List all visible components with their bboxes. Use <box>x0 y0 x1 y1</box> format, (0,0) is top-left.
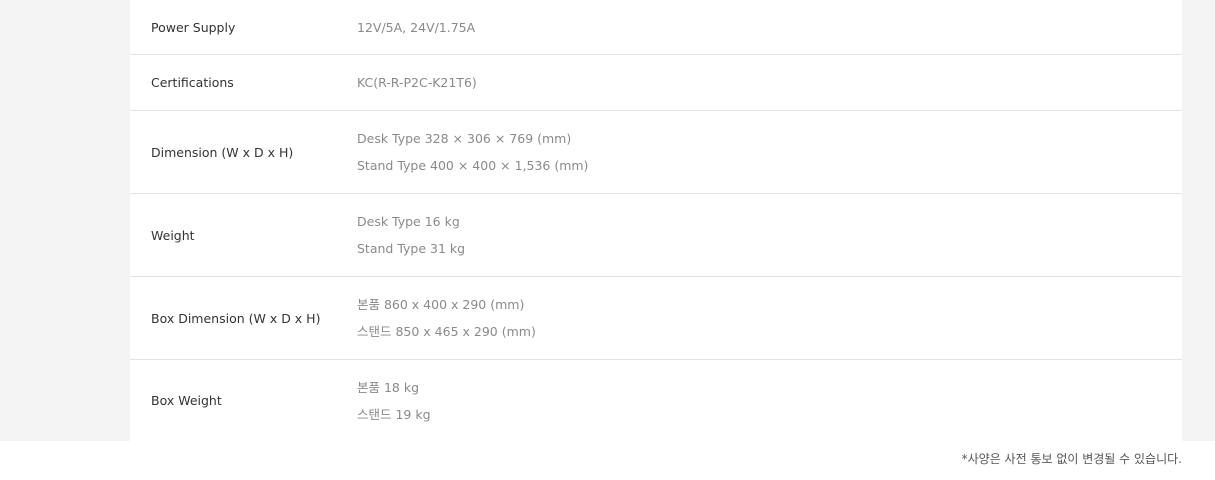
spec-value: 본품 18 kg <box>357 379 420 395</box>
spec-value: Desk Type 16 kg <box>357 214 460 229</box>
spec-value: 스탠드 850 x 465 x 290 (mm) <box>357 324 536 339</box>
spec-value: 12V/5A, 24V/1.75A <box>357 19 476 35</box>
spec-value: Stand Type 31 kg <box>357 241 466 256</box>
spec-values: Desk Type 328 × 306 × 769 (mm) Stand Typ… <box>357 125 588 179</box>
spec-row-box-dimension: Box Dimension (W x D x H) 본품 860 x 400 x… <box>130 277 1182 360</box>
spec-label: Weight <box>151 227 195 243</box>
spec-label: Power Supply <box>151 19 236 35</box>
spec-values: 본품 860 x 400 x 290 (mm) 스탠드 850 x 465 x … <box>357 291 536 345</box>
spec-value: 스탠드 19 kg <box>357 406 431 422</box>
spec-row-certifications: Certifications KC(R-R-P2C-K21T6) <box>130 55 1182 111</box>
spec-value: Stand Type 400 × 400 × 1,536 (mm) <box>357 158 589 173</box>
spec-label: Dimension (W x D x H) <box>151 144 294 160</box>
spec-label: Certifications <box>151 75 234 90</box>
spec-page: Power Supply 12V/5A, 24V/1.75A Certifica… <box>0 0 1215 480</box>
spec-row-dimension: Dimension (W x D x H) Desk Type 328 × 30… <box>130 111 1182 194</box>
spec-value: 본품 860 x 400 x 290 (mm) <box>357 297 525 312</box>
spec-disclaimer-note: *사양은 사전 통보 없이 변경될 수 있습니다. <box>961 452 1182 466</box>
spec-table: Power Supply 12V/5A, 24V/1.75A Certifica… <box>130 0 1182 441</box>
spec-values: KC(R-R-P2C-K21T6) <box>357 69 477 96</box>
spec-value: KC(R-R-P2C-K21T6) <box>357 75 477 90</box>
spec-value: Desk Type 328 × 306 × 769 (mm) <box>357 131 572 146</box>
spec-label: Box Dimension (W x D x H) <box>151 310 321 326</box>
spec-values: 12V/5A, 24V/1.75A <box>357 14 475 41</box>
spec-row-power-supply: Power Supply 12V/5A, 24V/1.75A <box>130 0 1182 55</box>
spec-row-weight: Weight Desk Type 16 kg Stand Type 31 kg <box>130 194 1182 277</box>
spec-values: Desk Type 16 kg Stand Type 31 kg <box>357 208 465 262</box>
spec-label: Box Weight <box>151 393 222 408</box>
spec-row-box-weight: Box Weight 본품 18 kg 스탠드 19 kg <box>130 360 1182 441</box>
spec-values: 본품 18 kg 스탠드 19 kg <box>357 374 431 428</box>
